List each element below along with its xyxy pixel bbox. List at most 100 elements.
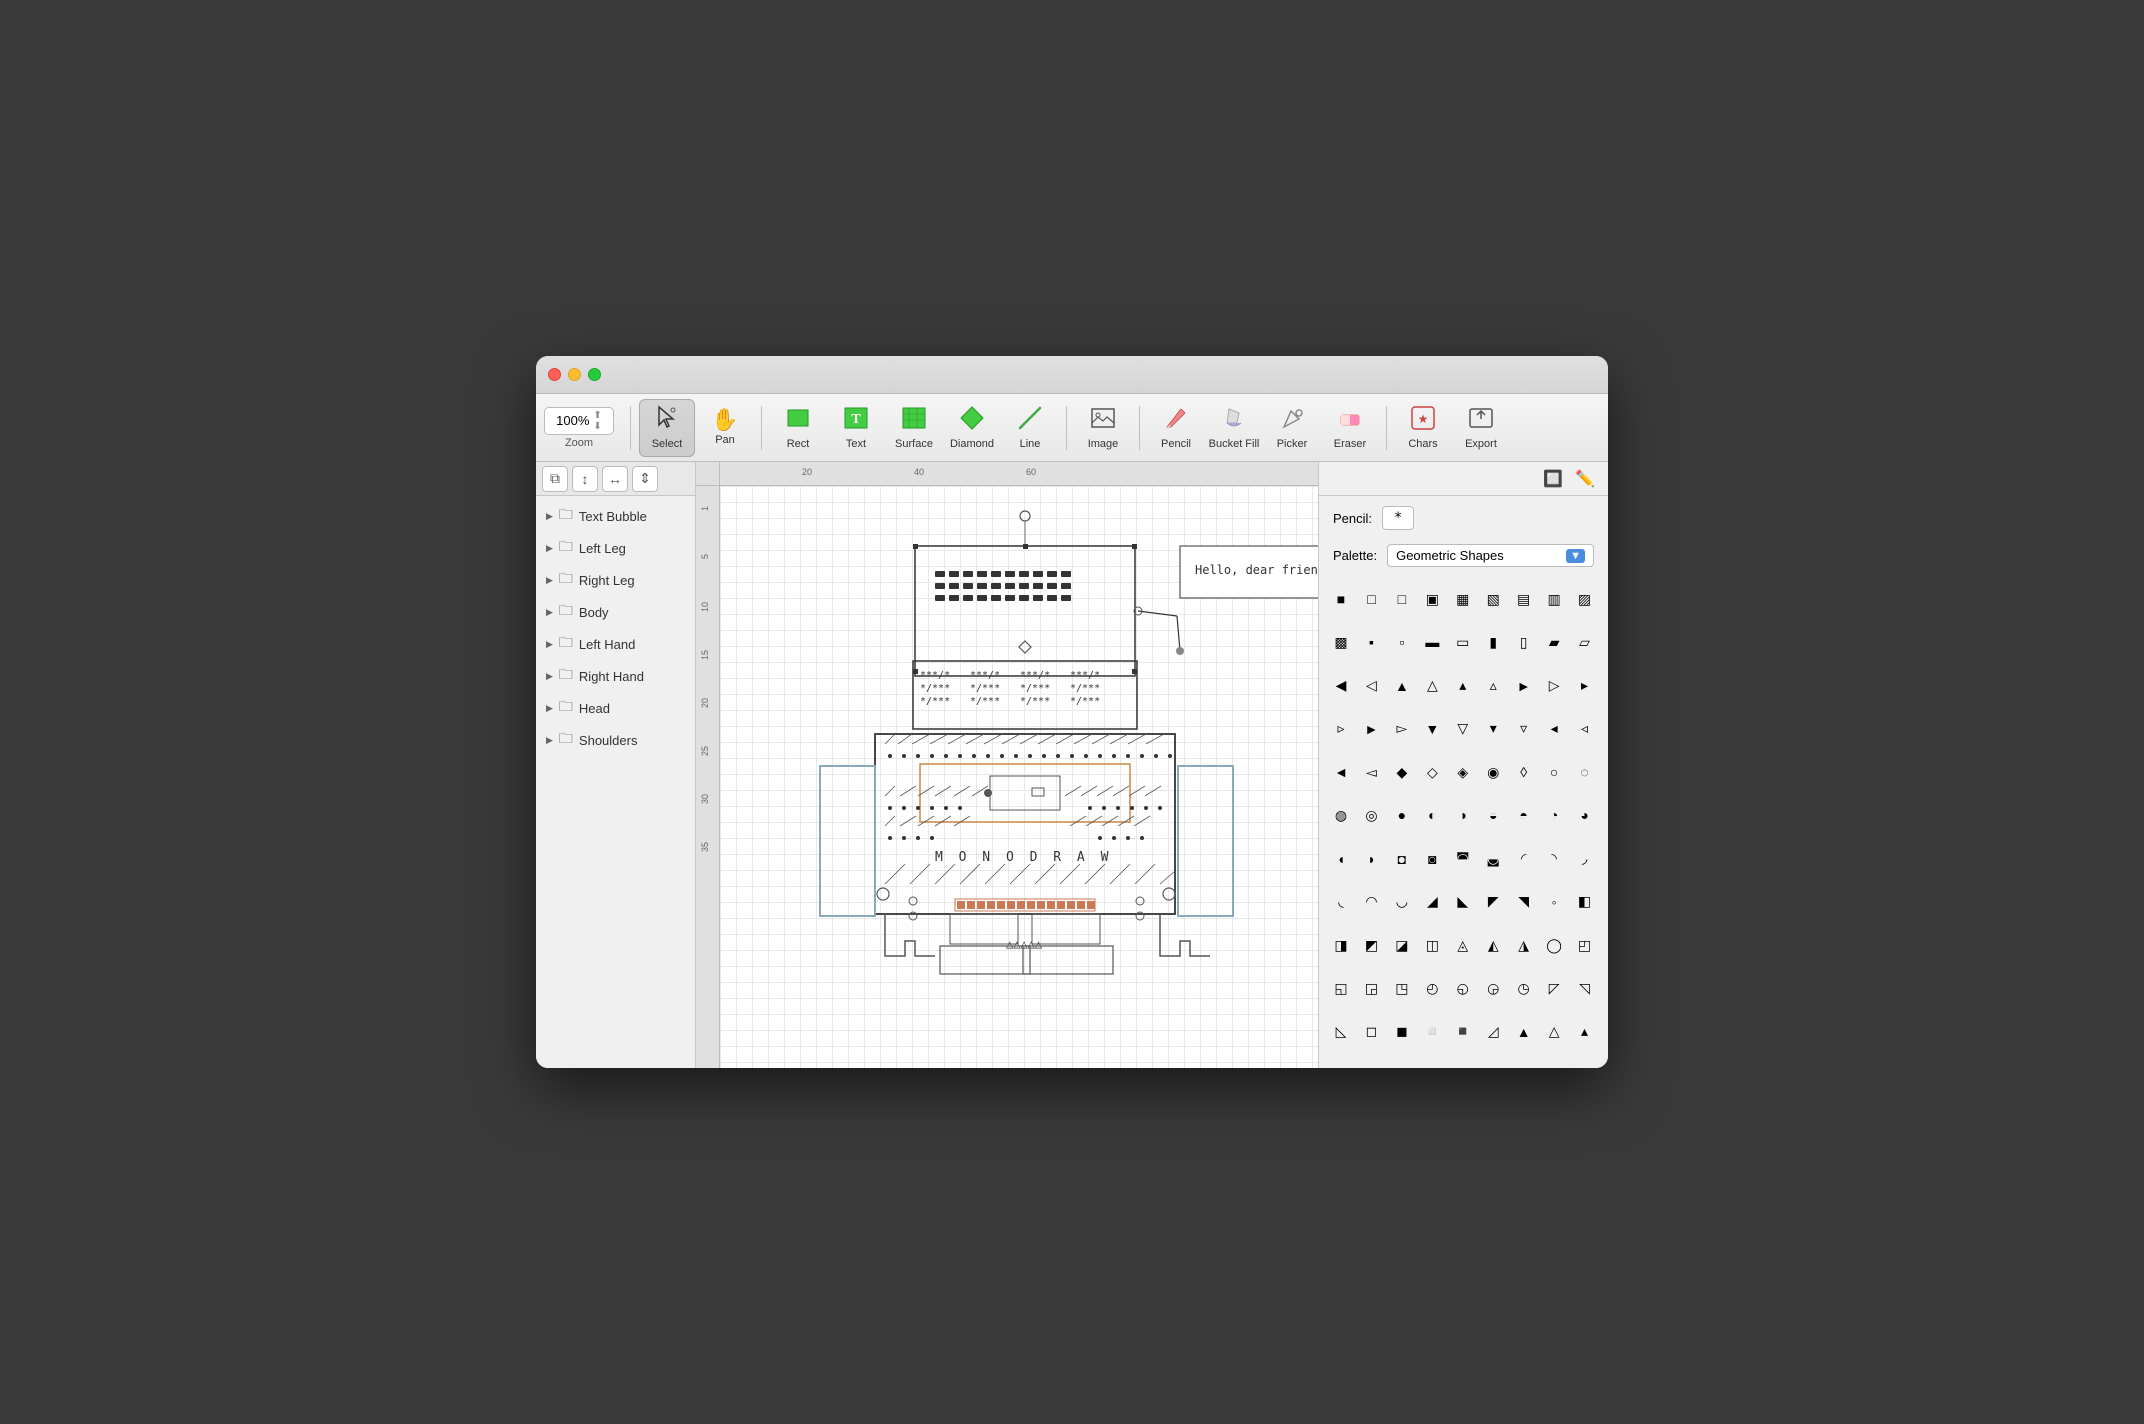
symbol-cell-48[interactable]: ◐ <box>1418 801 1446 829</box>
symbol-cell-7[interactable]: ▥ <box>1540 585 1568 613</box>
symbol-cell-77[interactable]: ◭ <box>1479 931 1507 959</box>
diamond-tool-button[interactable]: Diamond <box>944 399 1000 457</box>
symbol-cell-73[interactable]: ◩ <box>1357 931 1385 959</box>
symbol-cell-84[interactable]: ◴ <box>1418 974 1446 1002</box>
symbol-cell-82[interactable]: ◲ <box>1357 974 1385 1002</box>
symbol-cell-24[interactable]: ► <box>1510 672 1538 700</box>
sidebar-item-left-hand[interactable]: ▶ 🗀 Left Hand <box>536 628 695 660</box>
sidebar-item-left-leg[interactable]: ▶ 🗀 Left Leg <box>536 532 695 564</box>
symbol-cell-28[interactable]: ► <box>1357 715 1385 743</box>
picker-tool-button[interactable]: Picker <box>1264 399 1320 457</box>
symbol-cell-88[interactable]: ◸ <box>1540 974 1568 1002</box>
symbol-cell-45[interactable]: ◍ <box>1327 801 1355 829</box>
symbol-cell-97[interactable]: △ <box>1540 1018 1568 1046</box>
select-tool-button[interactable]: Select <box>639 399 695 457</box>
symbol-cell-35[interactable]: ◃ <box>1571 715 1599 743</box>
symbol-cell-13[interactable]: ▭ <box>1449 628 1477 656</box>
symbol-cell-43[interactable]: ○ <box>1540 758 1568 786</box>
symbol-cell-16[interactable]: ▰ <box>1540 628 1568 656</box>
sidebar-item-right-leg[interactable]: ▶ 🗀 Right Leg <box>536 564 695 596</box>
symbol-cell-78[interactable]: ◮ <box>1510 931 1538 959</box>
symbol-cell-50[interactable]: ◒ <box>1479 801 1507 829</box>
symbol-cell-30[interactable]: ▼ <box>1418 715 1446 743</box>
symbol-cell-49[interactable]: ◑ <box>1449 801 1477 829</box>
symbol-cell-94[interactable]: ◾ <box>1449 1018 1477 1046</box>
symbol-cell-12[interactable]: ▬ <box>1418 628 1446 656</box>
symbol-cell-47[interactable]: ● <box>1388 801 1416 829</box>
maximize-button[interactable] <box>588 368 601 381</box>
symbol-cell-76[interactable]: ◬ <box>1449 931 1477 959</box>
symbol-cell-23[interactable]: ▵ <box>1479 672 1507 700</box>
symbol-cell-62[interactable]: ◞ <box>1571 845 1599 873</box>
symbol-cell-44[interactable]: ◌ <box>1571 758 1599 786</box>
sidebar-btn-1[interactable]: ⧉ <box>542 466 568 492</box>
symbol-cell-26[interactable]: ▸ <box>1571 672 1599 700</box>
symbol-cell-39[interactable]: ◇ <box>1418 758 1446 786</box>
symbol-cell-65[interactable]: ◡ <box>1388 888 1416 916</box>
symbol-cell-21[interactable]: △ <box>1418 672 1446 700</box>
symbol-cell-53[interactable]: ◕ <box>1571 801 1599 829</box>
symbol-cell-63[interactable]: ◟ <box>1327 888 1355 916</box>
symbol-cell-42[interactable]: ◊ <box>1510 758 1538 786</box>
sidebar-btn-4[interactable]: ⇕ <box>632 466 658 492</box>
export-tool-button[interactable]: Export <box>1453 399 1509 457</box>
symbol-cell-80[interactable]: ◰ <box>1571 931 1599 959</box>
symbol-cell-29[interactable]: ▻ <box>1388 715 1416 743</box>
symbol-cell-6[interactable]: ▤ <box>1510 585 1538 613</box>
sidebar-item-head[interactable]: ▶ 🗀 Head <box>536 692 695 724</box>
symbol-cell-8[interactable]: ▨ <box>1571 585 1599 613</box>
image-tool-button[interactable]: Image <box>1075 399 1131 457</box>
symbol-cell-61[interactable]: ◝ <box>1540 845 1568 873</box>
symbol-cell-31[interactable]: ▽ <box>1449 715 1477 743</box>
symbol-cell-40[interactable]: ◈ <box>1449 758 1477 786</box>
symbol-cell-19[interactable]: ◁ <box>1357 672 1385 700</box>
symbol-cell-93[interactable]: ◽ <box>1418 1018 1446 1046</box>
symbol-cell-22[interactable]: ▴ <box>1449 672 1477 700</box>
symbol-cell-90[interactable]: ◺ <box>1327 1018 1355 1046</box>
symbol-cell-38[interactable]: ◆ <box>1388 758 1416 786</box>
symbol-cell-55[interactable]: ◗ <box>1357 845 1385 873</box>
sidebar-item-text-bubble[interactable]: ▶ 🗀 Text Bubble <box>536 500 695 532</box>
symbol-cell-70[interactable]: ◦ <box>1540 888 1568 916</box>
symbol-cell-74[interactable]: ◪ <box>1388 931 1416 959</box>
eraser-tool-button[interactable]: Eraser <box>1322 399 1378 457</box>
drawing-canvas[interactable]: ***/* ***/* ***/* ***/* */*** */*** */**… <box>720 486 1318 1068</box>
symbol-cell-5[interactable]: ▧ <box>1479 585 1507 613</box>
symbol-cell-95[interactable]: ◿ <box>1479 1018 1507 1046</box>
symbol-cell-69[interactable]: ◥ <box>1510 888 1538 916</box>
panel-tool-pencil[interactable]: ✏️ <box>1572 466 1598 492</box>
symbol-cell-1[interactable]: □ <box>1357 585 1385 613</box>
symbol-cell-67[interactable]: ◣ <box>1449 888 1477 916</box>
text-tool-button[interactable]: T Text <box>828 399 884 457</box>
sidebar-item-body[interactable]: ▶ 🗀 Body <box>536 596 695 628</box>
sidebar-item-right-hand[interactable]: ▶ 🗀 Right Hand <box>536 660 695 692</box>
symbol-cell-72[interactable]: ◨ <box>1327 931 1355 959</box>
symbol-cell-64[interactable]: ◠ <box>1357 888 1385 916</box>
symbol-cell-71[interactable]: ◧ <box>1571 888 1599 916</box>
symbol-cell-58[interactable]: ◚ <box>1449 845 1477 873</box>
symbol-cell-81[interactable]: ◱ <box>1327 974 1355 1002</box>
symbol-cell-46[interactable]: ◎ <box>1357 801 1385 829</box>
symbol-cell-41[interactable]: ◉ <box>1479 758 1507 786</box>
symbol-cell-11[interactable]: ▫ <box>1388 628 1416 656</box>
symbol-cell-92[interactable]: ◼ <box>1388 1018 1416 1046</box>
symbol-cell-75[interactable]: ◫ <box>1418 931 1446 959</box>
symbol-cell-87[interactable]: ◷ <box>1510 974 1538 1002</box>
symbol-cell-86[interactable]: ◶ <box>1479 974 1507 1002</box>
pencil-tool-button[interactable]: Pencil <box>1148 399 1204 457</box>
line-tool-button[interactable]: Line <box>1002 399 1058 457</box>
panel-tool-info[interactable]: 🔲 <box>1540 466 1566 492</box>
symbol-cell-10[interactable]: ▪ <box>1357 628 1385 656</box>
symbol-cell-59[interactable]: ◛ <box>1479 845 1507 873</box>
symbol-cell-34[interactable]: ◂ <box>1540 715 1568 743</box>
close-button[interactable] <box>548 368 561 381</box>
symbol-cell-66[interactable]: ◢ <box>1418 888 1446 916</box>
minimize-button[interactable] <box>568 368 581 381</box>
symbol-cell-36[interactable]: ◄ <box>1327 758 1355 786</box>
symbol-cell-15[interactable]: ▯ <box>1510 628 1538 656</box>
symbol-cell-83[interactable]: ◳ <box>1388 974 1416 1002</box>
sidebar-btn-2[interactable]: ↕ <box>572 466 598 492</box>
symbol-cell-18[interactable]: ◀ <box>1327 672 1355 700</box>
symbol-cell-54[interactable]: ◖ <box>1327 845 1355 873</box>
symbol-cell-89[interactable]: ◹ <box>1571 974 1599 1002</box>
